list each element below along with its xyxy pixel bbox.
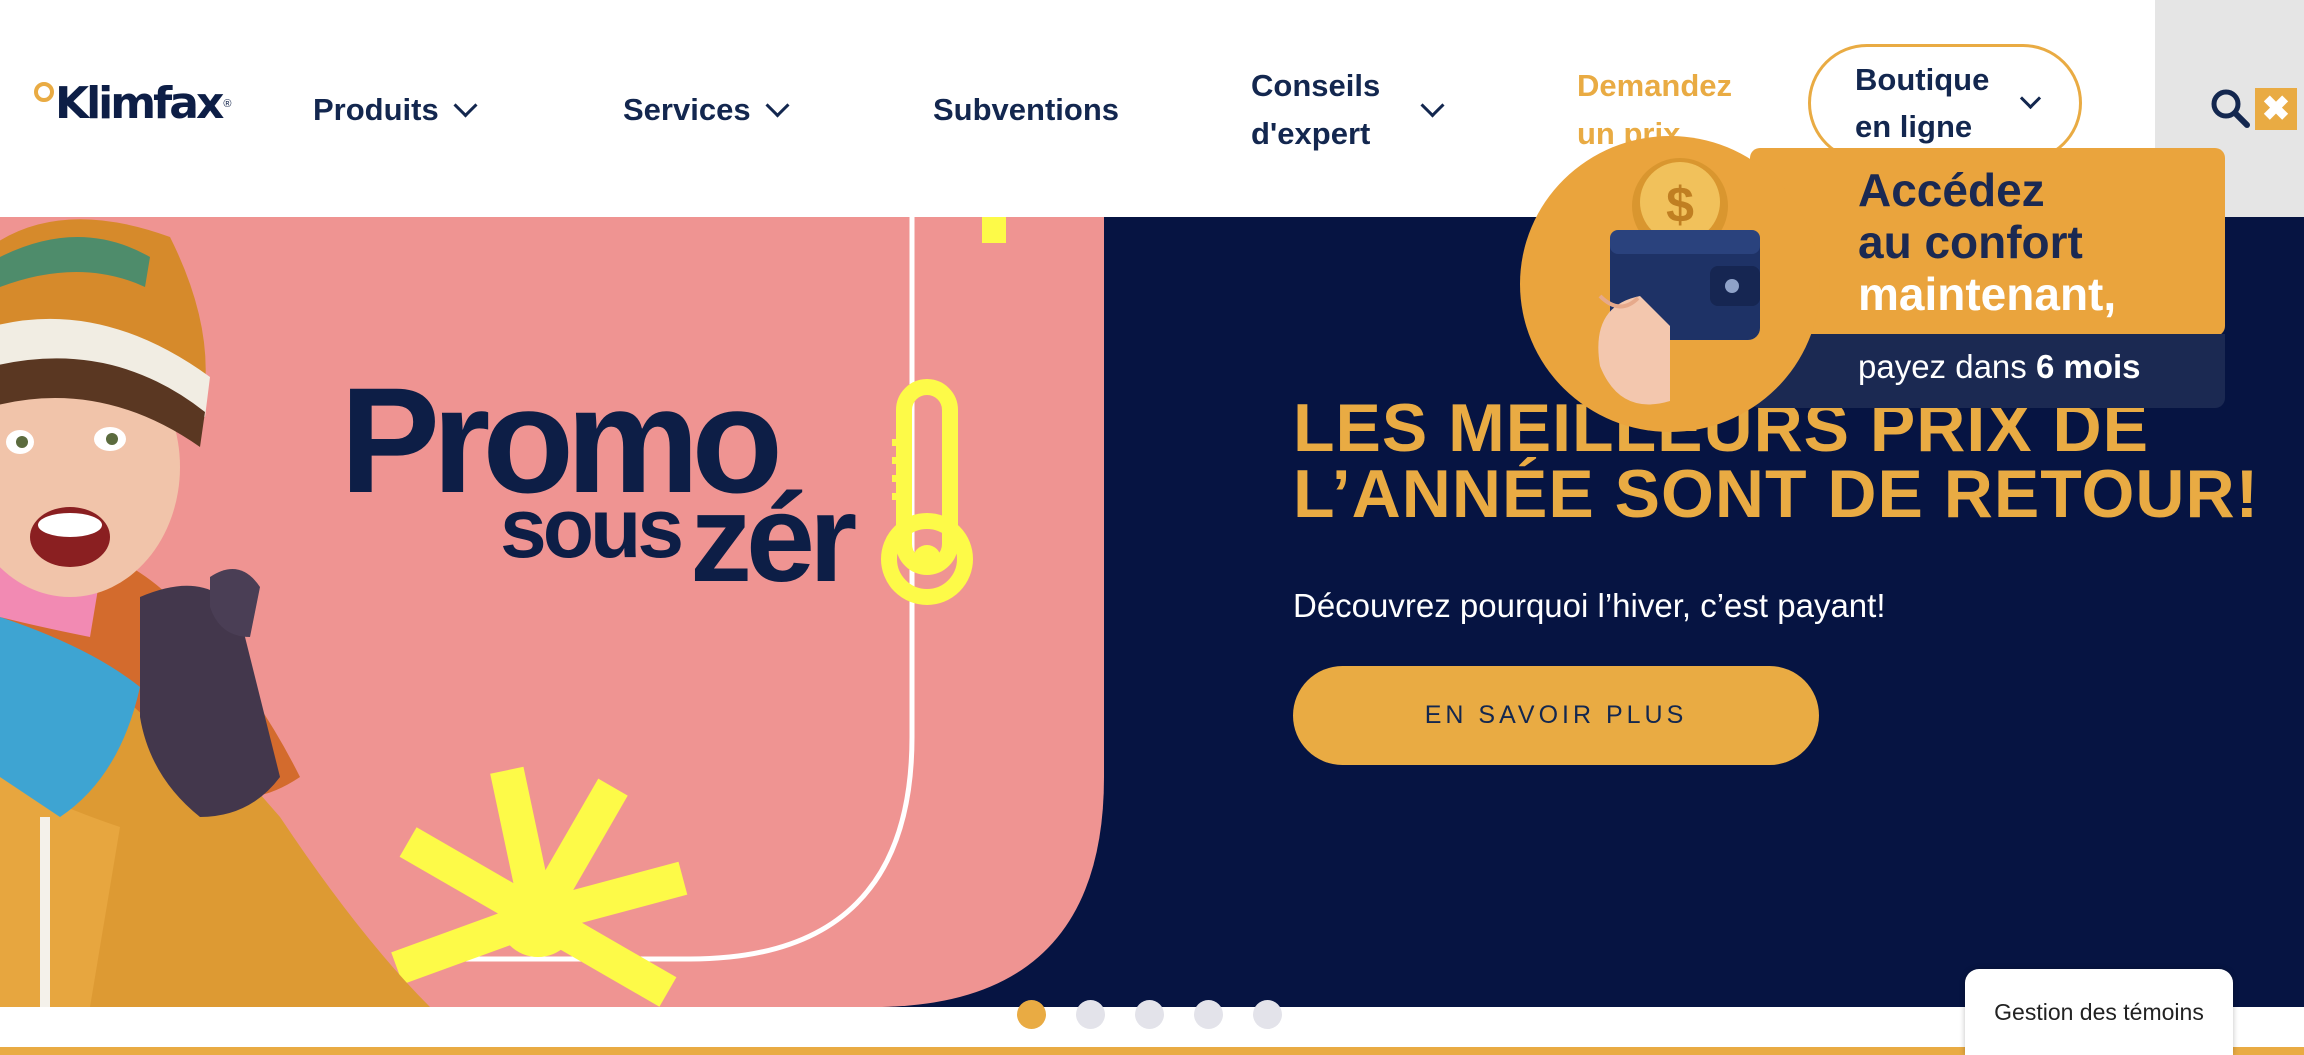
- nav-produits-label: Produits: [313, 92, 439, 127]
- chevron-down-icon: [1420, 92, 1445, 118]
- hero-illustration: [0, 217, 1104, 1007]
- hero-subtitle: Découvrez pourquoi l’hiver, c’est payant…: [1293, 587, 1886, 624]
- carousel-dot-4[interactable]: [1194, 1000, 1223, 1029]
- badge-title: Accédez au confort maintenant,: [1858, 164, 2116, 320]
- nav-conseils-line1: Conseils: [1251, 68, 1381, 103]
- promo-logo-zero: zér: [690, 470, 857, 608]
- carousel-dot-3[interactable]: [1135, 1000, 1164, 1029]
- en-savoir-plus-button[interactable]: EN SAVOIR PLUS: [1293, 666, 1819, 765]
- chevron-down-icon: [2020, 87, 2042, 109]
- nav-services[interactable]: Services: [623, 86, 790, 134]
- badge-sub-bold: 6 mois: [2035, 348, 2141, 385]
- badge-sub-prefix: payez dans: [1858, 348, 2027, 385]
- klimfax-logo[interactable]: Klimfax ®: [34, 78, 231, 130]
- nav-conseils-expert[interactable]: Conseils d'expert: [1251, 62, 1445, 158]
- nav-conseils-line2: d'expert: [1251, 116, 1371, 151]
- logo-ring-icon: [34, 82, 54, 102]
- carousel-dots: [1017, 1000, 1282, 1029]
- promo-logo-sous: sous: [500, 481, 684, 575]
- nav-boutique-line1: Boutique: [1855, 62, 1990, 97]
- close-icon[interactable]: ✖: [2255, 88, 2297, 130]
- logo-text: Klimfax: [55, 78, 224, 129]
- nav-conseils-label: Conseils d'expert: [1251, 62, 1380, 158]
- nav-produits[interactable]: Produits: [313, 86, 478, 134]
- financing-promo-badge[interactable]: $ Accédez au confort maintenant, payez d…: [1520, 136, 2225, 436]
- badge-line2: au confort: [1858, 216, 2083, 268]
- nav-services-label: Services: [623, 92, 751, 127]
- nav-subventions-label: Subventions: [933, 92, 1120, 127]
- bottom-accent-stripe: [0, 1047, 2304, 1055]
- cookie-settings-button[interactable]: Gestion des témoins: [1965, 969, 2233, 1055]
- nav-demandez-line1: Demandez: [1577, 68, 1733, 103]
- badge-subtext: payez dans 6 mois: [1858, 348, 2141, 386]
- nav-subventions[interactable]: Subventions: [933, 86, 1119, 134]
- chevron-down-icon: [453, 92, 478, 118]
- search-icon[interactable]: [2210, 88, 2250, 128]
- chevron-down-icon: [765, 92, 790, 118]
- carousel-dot-2[interactable]: [1076, 1000, 1105, 1029]
- badge-line1: Accédez: [1858, 164, 2045, 216]
- carousel-dot-5[interactable]: [1253, 1000, 1282, 1029]
- carousel-dot-1[interactable]: [1017, 1000, 1046, 1029]
- wallet-icon: $: [1598, 158, 1760, 405]
- logo-trademark: ®: [223, 98, 232, 110]
- hero-headline-line2: L’ANNÉE SONT DE RETOUR!: [1293, 456, 2260, 532]
- coin-dollar-icon: $: [1666, 177, 1694, 233]
- badge-line3: maintenant,: [1858, 268, 2117, 320]
